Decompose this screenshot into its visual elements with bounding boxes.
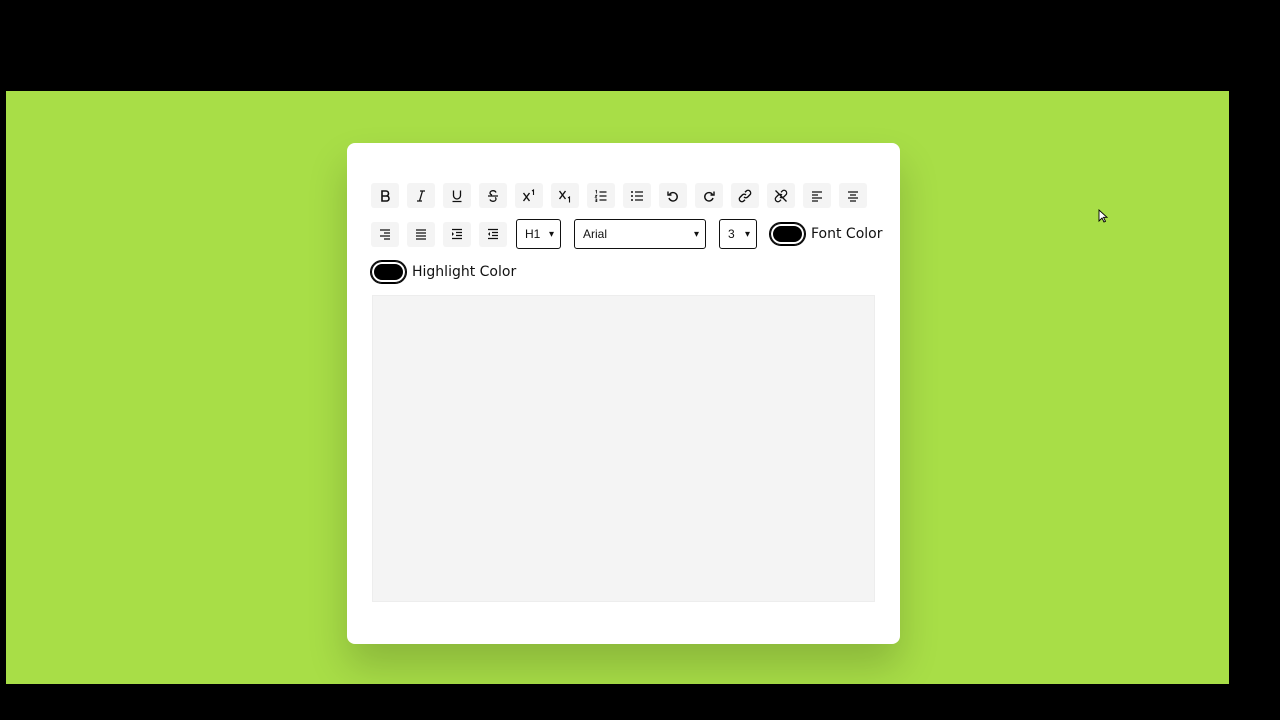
align-center-button[interactable] xyxy=(839,183,867,208)
ordered-list-button[interactable] xyxy=(587,183,615,208)
align-center-icon xyxy=(846,189,860,203)
bold-button[interactable] xyxy=(371,183,399,208)
subscript-icon xyxy=(558,189,572,203)
font-color-label: Font Color xyxy=(811,226,883,242)
text-editor-area[interactable] xyxy=(372,295,875,602)
font-size-select[interactable]: 3 ▾ xyxy=(719,219,757,249)
chevron-down-icon: ▾ xyxy=(548,228,554,240)
align-left-button[interactable] xyxy=(803,183,831,208)
font-family-select[interactable]: Arial ▾ xyxy=(574,219,706,249)
heading-select-value: H1 xyxy=(525,227,541,241)
align-right-button[interactable] xyxy=(371,221,399,247)
superscript-icon xyxy=(522,188,536,203)
outdent-icon xyxy=(486,227,500,241)
align-justify-icon xyxy=(414,227,428,241)
underline-icon xyxy=(450,189,464,203)
underline-button[interactable] xyxy=(443,183,471,208)
outdent-button[interactable] xyxy=(479,221,507,247)
editor-card: H1 ▾ Arial ▾ 3 ▾ Font Color Highlight Co… xyxy=(347,143,900,644)
redo-button[interactable] xyxy=(695,183,723,208)
toolbar-row-3: Highlight Color xyxy=(370,260,517,284)
italic-icon xyxy=(414,189,428,203)
strikethrough-button[interactable] xyxy=(479,183,507,208)
align-right-icon xyxy=(378,227,392,241)
font-family-select-value: Arial xyxy=(583,227,608,241)
superscript-button[interactable] xyxy=(515,183,543,208)
bold-icon xyxy=(378,189,392,203)
chevron-down-icon: ▾ xyxy=(693,228,699,240)
highlight-color-label: Highlight Color xyxy=(412,264,517,280)
undo-button[interactable] xyxy=(659,183,687,208)
redo-icon xyxy=(702,189,716,203)
subscript-button[interactable] xyxy=(551,183,579,208)
indent-icon xyxy=(450,227,464,241)
justify-button[interactable] xyxy=(407,221,435,247)
highlight-color-input[interactable] xyxy=(370,260,407,284)
toolbar-row-1 xyxy=(371,183,875,208)
link-icon xyxy=(738,189,752,203)
unlink-icon xyxy=(774,189,788,203)
undo-icon xyxy=(666,189,680,203)
unordered-list-icon xyxy=(630,189,644,203)
unordered-list-button[interactable] xyxy=(623,183,651,208)
indent-button[interactable] xyxy=(443,221,471,247)
toolbar-row-2: H1 ▾ Arial ▾ 3 ▾ Font Color xyxy=(371,219,882,249)
ordered-list-icon xyxy=(594,189,608,203)
heading-select[interactable]: H1 ▾ xyxy=(516,219,561,249)
create-link-button[interactable] xyxy=(731,183,759,208)
italic-button[interactable] xyxy=(407,183,435,208)
page-background: H1 ▾ Arial ▾ 3 ▾ Font Color Highlight Co… xyxy=(6,91,1229,684)
unlink-button[interactable] xyxy=(767,183,795,208)
font-size-select-value: 3 xyxy=(728,227,735,241)
chevron-down-icon: ▾ xyxy=(744,228,750,240)
mouse-cursor-icon xyxy=(1098,209,1108,223)
font-color-input[interactable] xyxy=(769,222,806,246)
align-left-icon xyxy=(810,189,824,203)
strikethrough-icon xyxy=(486,189,500,203)
